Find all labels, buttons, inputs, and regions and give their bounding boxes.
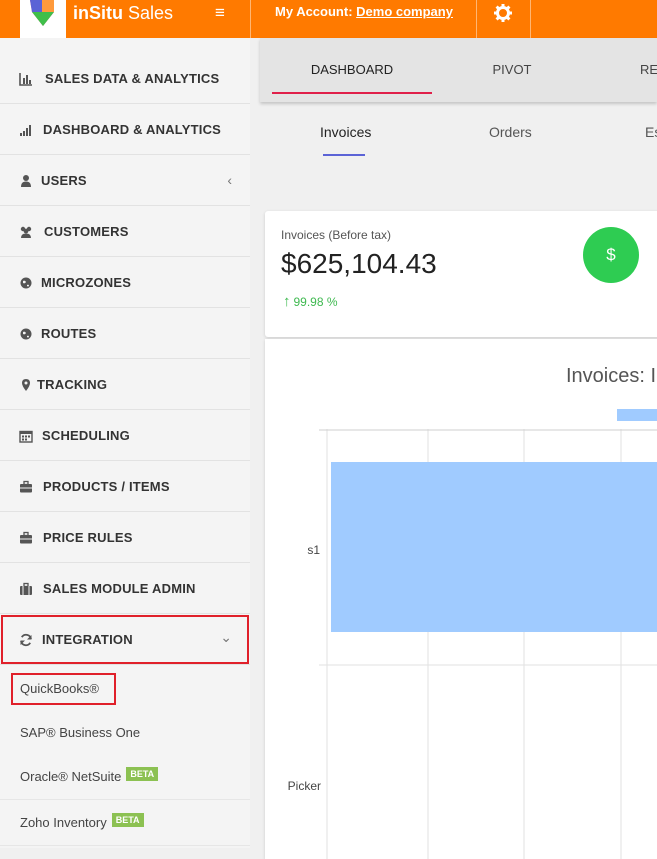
dollar-icon[interactable]: $ [583, 227, 639, 283]
tab-pivot[interactable]: PIVOT [450, 38, 574, 102]
sidebar-item-sales-data[interactable]: SALES DATA & ANALYTICS [0, 53, 250, 104]
sidebar-item-price-rules[interactable]: PRICE RULES [0, 512, 250, 563]
account-label: My Account: [275, 4, 353, 19]
sidebar-item-integration[interactable]: INTEGRATION ⌄ [0, 614, 250, 665]
sidebar-item-label: DASHBOARD & ANALYTICS [43, 122, 222, 137]
chevron-down-icon: ⌄ [220, 629, 232, 645]
y-tick-label: s1 [307, 543, 320, 557]
chart-title: Invoices: I [566, 365, 657, 387]
signal-bars-icon [20, 125, 31, 136]
sidebar-item-dashboard[interactable]: DASHBOARD & ANALYTICS [0, 104, 250, 155]
subtab-estimates[interactable]: Es [645, 124, 657, 140]
quickbooks-highlight [11, 673, 116, 705]
sidebar-item-label: PRICE RULES [43, 530, 133, 545]
chevron-left-icon: ‹ [227, 172, 232, 188]
sub-tabs: Invoices Orders Es [260, 110, 657, 158]
active-subtab-indicator [323, 154, 365, 156]
refresh-icon [20, 633, 32, 647]
briefcase-icon [20, 480, 32, 493]
globe-icon [20, 328, 32, 340]
integration-item-sap[interactable]: SAP® Business One [0, 710, 250, 756]
brand-name: inSitu Sales [73, 0, 173, 26]
user-icon [21, 175, 31, 187]
active-tab-indicator [272, 92, 432, 94]
beta-badge: BETA [126, 767, 159, 781]
sidebar-item-tracking[interactable]: TRACKING [0, 359, 250, 410]
integration-item-netsuite[interactable]: Oracle® NetSuite BETA [0, 754, 250, 800]
sidebar-item-scheduling[interactable]: SCHEDULING [0, 410, 250, 461]
map-marker-icon [22, 379, 30, 391]
subtab-orders[interactable]: Orders [489, 124, 532, 140]
brand-rest: Sales [123, 3, 174, 23]
account-info: My Account: Demo company [275, 4, 453, 19]
divider [250, 0, 251, 38]
integration-item-label: Oracle® NetSuite [20, 769, 122, 784]
main-tabs: DASHBOARD PIVOT RE [260, 38, 657, 102]
sidebar-item-label: TRACKING [37, 377, 108, 392]
sidebar-item-products[interactable]: PRODUCTS / ITEMS [0, 461, 250, 512]
sidebar-item-label: SCHEDULING [42, 428, 130, 443]
legend-swatch [617, 409, 657, 421]
sidebar-item-users[interactable]: USERS ‹ [0, 155, 250, 206]
briefcase-icon [20, 531, 32, 544]
bar-chart-icon [19, 73, 32, 86]
kpi-value: $625,104.43 [281, 248, 437, 279]
sidebar-item-label: USERS [41, 173, 87, 188]
sidebar-item-label: PRODUCTS / ITEMS [43, 479, 170, 494]
y-tick-label: Picker [287, 779, 321, 793]
sidebar-item-label: CUSTOMERS [44, 224, 129, 239]
suitcase-icon [20, 582, 32, 595]
beta-badge: BETA [111, 813, 144, 827]
main-content: DASHBOARD PIVOT RE Invoices Orders Es In… [260, 38, 657, 859]
sidebar-item-sales-module-admin[interactable]: SALES MODULE ADMIN [0, 563, 250, 614]
divider [476, 0, 477, 38]
arrow-up-icon: ↑ [283, 293, 291, 310]
globe-icon [20, 277, 32, 289]
divider [530, 0, 531, 38]
integration-item-zoho[interactable]: Zoho Inventory BETA [0, 800, 250, 846]
insitu-logo-icon [30, 0, 54, 26]
kpi-card: Invoices (Before tax) $625,104.43 ↑ 99.98… [265, 211, 657, 337]
sidebar-item-microzones[interactable]: MICROZONES [0, 257, 250, 308]
calendar-icon [19, 430, 33, 443]
subtab-invoices[interactable]: Invoices [320, 124, 371, 140]
sidebar-item-routes[interactable]: ROUTES [0, 308, 250, 359]
sidebar-item-label: SALES DATA & ANALYTICS [45, 71, 220, 86]
sidebar-item-label: ROUTES [41, 326, 97, 341]
kpi-delta: ↑ 99.98 % [283, 293, 338, 310]
sidebar-item-label: MICROZONES [41, 275, 132, 290]
integration-item-label: Zoho Inventory [20, 815, 107, 830]
account-company-link[interactable]: Demo company [356, 4, 453, 19]
top-bar: inSitu Sales ≡ My Account: Demo company [0, 0, 657, 38]
sidebar-item-customers[interactable]: CUSTOMERS [0, 206, 250, 257]
kpi-label: Invoices (Before tax) [281, 228, 392, 242]
tab-reports[interactable]: RE [640, 38, 657, 102]
chart-card: Invoices: I s1 Picker [265, 339, 657, 859]
brand-bold: inSitu [73, 3, 123, 23]
sidebar-item-label: INTEGRATION [42, 632, 133, 647]
sidebar: SALES DATA & ANALYTICS DASHBOARD & ANALY… [0, 38, 250, 848]
bar-s1 [331, 462, 657, 632]
users-group-icon [20, 226, 32, 238]
menu-toggle-icon[interactable]: ≡ [205, 3, 235, 23]
sidebar-item-label: SALES MODULE ADMIN [43, 581, 196, 596]
gear-icon[interactable] [493, 3, 513, 23]
bar-chart [319, 429, 657, 859]
integration-item-label: SAP® Business One [20, 725, 141, 740]
kpi-delta-value: 99.98 % [293, 295, 338, 309]
